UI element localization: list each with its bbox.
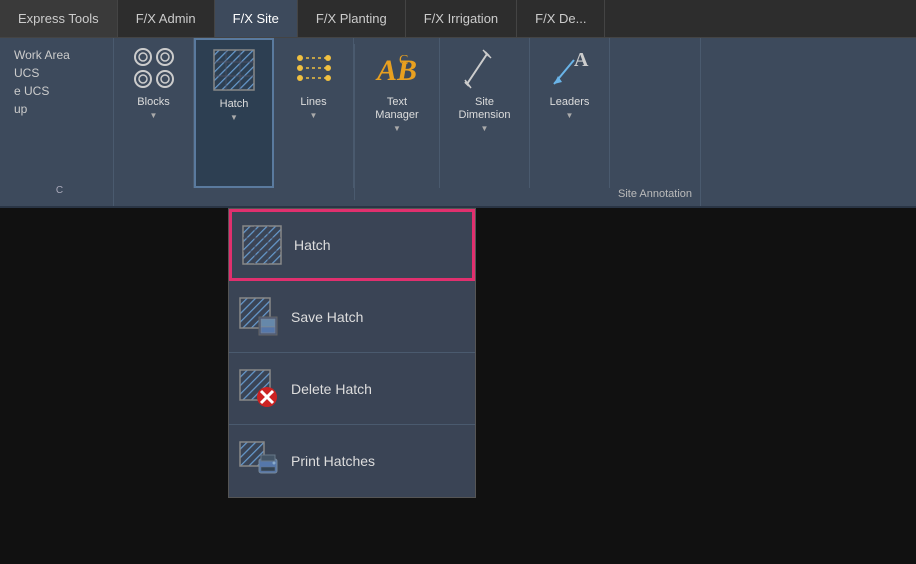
site-dimension-button[interactable]: SiteDimension ▼	[440, 38, 530, 188]
hatch-dropdown-menu: Hatch Save Hatch	[228, 208, 476, 498]
blocks-icon	[130, 44, 178, 92]
save-hatch-label: Save Hatch	[291, 309, 363, 325]
dropdown-item-hatch[interactable]: Hatch	[229, 209, 475, 281]
site-dimension-label: SiteDimension	[459, 96, 511, 122]
hatch-arrow: ▼	[230, 113, 238, 122]
save-hatch-icon	[237, 295, 281, 339]
svg-text:AB: AB	[375, 54, 417, 87]
dropdown-item-delete-hatch[interactable]: Delete Hatch	[229, 353, 475, 425]
delete-hatch-icon	[237, 367, 281, 411]
tab-express-tools[interactable]: Express Tools	[0, 0, 118, 37]
site-dimension-arrow: ▼	[481, 124, 489, 133]
sidebar-item-work-area[interactable]: Work Area	[10, 46, 109, 64]
sidebar-item-up[interactable]: up	[10, 100, 109, 118]
lines-button[interactable]: Lines ▼	[274, 38, 354, 188]
tab-fx-de[interactable]: F/X De...	[517, 0, 605, 37]
sidebar-item-ucs[interactable]: UCS	[10, 64, 109, 82]
text-manager-label: TextManager	[375, 96, 418, 122]
dropdown-item-save-hatch[interactable]: Save Hatch	[229, 281, 475, 353]
lines-icon	[290, 44, 338, 92]
tab-bar: Express Tools F/X Admin F/X Site F/X Pla…	[0, 0, 916, 38]
delete-hatch-label: Delete Hatch	[291, 381, 372, 397]
tab-fx-site[interactable]: F/X Site	[215, 0, 298, 37]
hatch-icon	[210, 46, 258, 94]
tab-fx-admin[interactable]: F/X Admin	[118, 0, 215, 37]
print-hatches-label: Print Hatches	[291, 453, 375, 469]
svg-text:A: A	[574, 49, 589, 71]
hatch-label: Hatch	[220, 98, 249, 111]
hatch-button[interactable]: Hatch ▼	[194, 38, 274, 188]
leaders-icon: A	[546, 44, 594, 92]
text-manager-icon: AB C	[373, 44, 421, 92]
svg-text:C: C	[399, 53, 408, 68]
text-manager-button[interactable]: AB C TextManager ▼	[355, 38, 440, 188]
hatch-dropdown-icon	[240, 223, 284, 267]
leaders-button[interactable]: A Leaders ▼	[530, 38, 610, 188]
ribbon: Work Area UCS e UCS up C Block	[0, 38, 916, 208]
site-annotation-label: Site Annotation	[618, 188, 692, 200]
hatch-dropdown-label: Hatch	[294, 237, 331, 253]
dropdown-item-print-hatches[interactable]: Print Hatches	[229, 425, 475, 497]
print-hatches-icon	[237, 439, 281, 483]
leaders-label: Leaders	[550, 96, 590, 109]
blocks-arrow: ▼	[150, 111, 158, 120]
site-dimension-icon	[461, 44, 509, 92]
text-manager-arrow: ▼	[393, 124, 401, 133]
sidebar-item-e-ucs[interactable]: e UCS	[10, 82, 109, 100]
blocks-button[interactable]: Blocks ▼	[114, 38, 194, 188]
left-group-label: C	[10, 185, 109, 202]
tab-fx-planting[interactable]: F/X Planting	[298, 0, 406, 37]
tab-fx-irrigation[interactable]: F/X Irrigation	[406, 0, 517, 37]
leaders-arrow: ▼	[566, 111, 574, 120]
lines-arrow: ▼	[310, 111, 318, 120]
lines-label: Lines	[300, 96, 326, 109]
blocks-label: Blocks	[137, 96, 169, 109]
